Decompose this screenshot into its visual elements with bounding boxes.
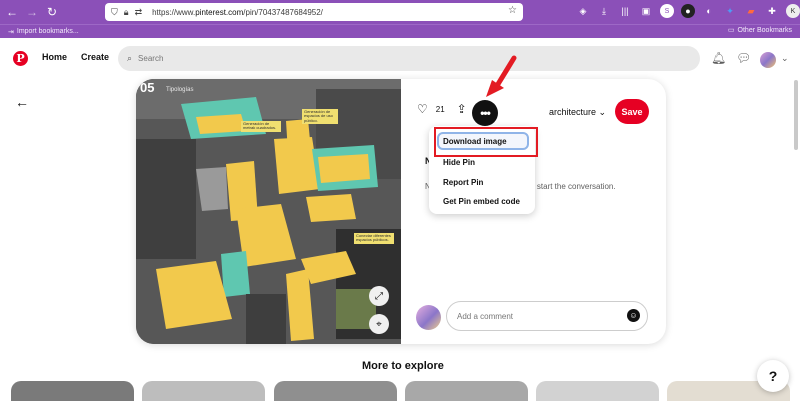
comment-input[interactable]: Add a comment ☺	[446, 301, 648, 331]
library-icon[interactable]: |||	[618, 4, 632, 18]
import-bookmarks[interactable]: ⇥ Import bookmarks...	[8, 28, 79, 36]
scrollbar[interactable]	[794, 80, 798, 150]
share-icon[interactable]: ⇪	[457, 102, 467, 116]
url-text[interactable]: https://www.pinterest.com/pin/7043748768…	[152, 8, 323, 17]
nav-home[interactable]: Home	[42, 52, 67, 62]
download-icon[interactable]: ⤓	[597, 4, 611, 18]
back-icon[interactable]: ←	[4, 4, 20, 20]
chevron-down-icon[interactable]: ⌄	[781, 53, 789, 64]
visual-search-icon[interactable]: ⌖	[369, 314, 389, 334]
extension-toolbar: ◈ ⤓ ||| ▣ S ● ◐ ✦ ▰ ✚ K ≡	[576, 4, 800, 18]
pocket-icon[interactable]: ◈	[576, 4, 590, 18]
more-options-button[interactable]: •••	[472, 100, 498, 126]
extension-icon-b[interactable]: ◐	[702, 4, 716, 18]
pin-card: 05 Tipologías Generación de metrak cuadr…	[136, 79, 666, 344]
bookmark-star-icon[interactable]: ☆	[508, 5, 517, 16]
account-icon[interactable]: S	[660, 4, 674, 18]
messages-icon[interactable]: 💬︎	[736, 51, 751, 65]
pin-actions: ♡ 21 ⇪	[417, 102, 467, 116]
save-button[interactable]: Save	[615, 99, 649, 124]
extension-icon-d[interactable]: ▰	[744, 4, 758, 18]
highlight-box	[434, 127, 538, 157]
extension-icon-a[interactable]: ●	[681, 4, 695, 18]
search-input[interactable]: ⌕ Search	[118, 46, 700, 71]
address-bar[interactable]: ⛉ 🔒︎ ⇄ https://www.pinterest.com/pin/704…	[105, 3, 523, 21]
explore-thumbnail[interactable]	[536, 381, 659, 401]
import-icon: ⇥	[8, 28, 14, 36]
extension-icon-c[interactable]: ✦	[723, 4, 737, 18]
notifications-bell-icon[interactable]: 🔔︎	[711, 51, 726, 65]
pinterest-header: P Home Create ⌕ Search 🔔︎ 💬︎ ⌄	[0, 38, 800, 80]
sidebar-icon[interactable]: ▣	[639, 4, 653, 18]
image-subtitle: Tipologías	[166, 87, 194, 93]
expand-icon[interactable]: ⤢	[369, 286, 389, 306]
lock-icon[interactable]: 🔒︎	[124, 7, 129, 18]
profile-icon[interactable]: K	[786, 4, 800, 18]
red-arrow-annotation	[486, 55, 517, 97]
annotation-label: Generación de metrak cuadrados.	[241, 121, 281, 132]
avatar[interactable]	[760, 52, 776, 68]
explore-thumbnail[interactable]	[11, 381, 134, 401]
folder-icon: ▭	[727, 27, 735, 34]
explore-thumbnail[interactable]	[142, 381, 265, 401]
pinterest-logo-icon[interactable]: P	[13, 51, 28, 66]
annotation-label: Conectar diferentes espacios públicos.	[354, 233, 394, 244]
avatar	[416, 305, 441, 330]
bookmarks-bar: ⇥ Import bookmarks... ▭ Other Bookmarks	[0, 24, 800, 38]
permissions-icon[interactable]: ⇄	[135, 7, 143, 18]
comments-empty-text: to start the conversation.	[528, 182, 616, 191]
search-icon: ⌕	[127, 53, 133, 63]
pin-image[interactable]: 05 Tipologías Generación de metrak cuadr…	[136, 79, 401, 344]
menu-item-hide-pin[interactable]: Hide Pin	[443, 158, 475, 167]
menu-item-report-pin[interactable]: Report Pin	[443, 178, 483, 187]
chevron-down-icon: ⌄	[598, 107, 607, 117]
help-button[interactable]: ?	[757, 360, 789, 392]
extensions-puzzle-icon[interactable]: ✚	[765, 4, 779, 18]
more-to-explore-heading: More to explore	[362, 360, 444, 372]
forward-icon[interactable]: →	[24, 4, 40, 20]
browser-toolbar: ← → ↻ ⛉ 🔒︎ ⇄ https://www.pinterest.com/p…	[0, 0, 800, 24]
explore-thumbnail[interactable]	[405, 381, 528, 401]
menu-item-embed-code[interactable]: Get Pin embed code	[443, 197, 520, 206]
explore-thumbnail[interactable]	[274, 381, 397, 401]
shield-icon[interactable]: ⛉	[111, 7, 118, 18]
emoji-icon[interactable]: ☺	[627, 309, 640, 322]
heart-icon[interactable]: ♡	[417, 102, 428, 116]
back-arrow-icon[interactable]: ←	[15, 94, 29, 110]
aerial-illustration	[136, 79, 401, 344]
annotation-label: Generación de espacios de uso público.	[302, 109, 338, 125]
image-number: 05	[140, 80, 155, 95]
other-bookmarks[interactable]: ▭ Other Bookmarks	[727, 26, 792, 35]
reload-icon[interactable]: ↻	[44, 4, 60, 20]
like-count: 21	[435, 104, 445, 114]
nav-create[interactable]: Create	[81, 52, 109, 62]
board-selector[interactable]: architecture ⌄	[549, 107, 606, 118]
